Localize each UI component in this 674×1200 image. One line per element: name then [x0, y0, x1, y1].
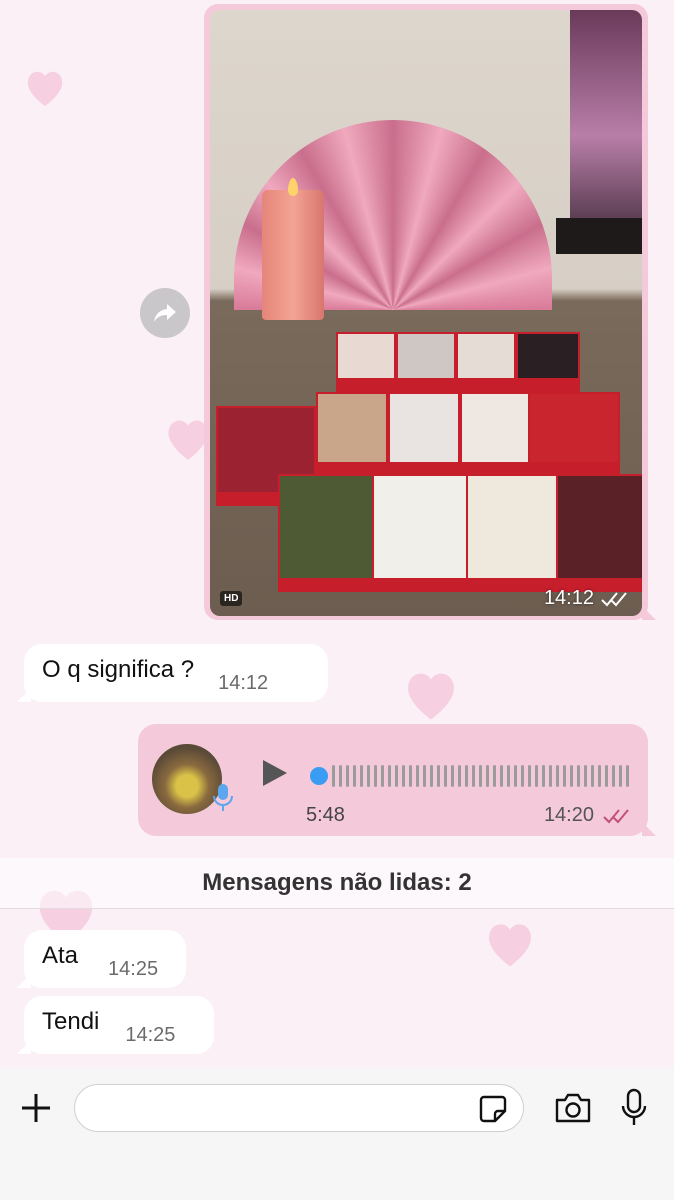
incoming-message[interactable]: Tendi 14:25: [17, 996, 214, 1054]
double-check-icon: [603, 808, 629, 823]
image-message-bubble[interactable]: HD 14:12: [204, 4, 656, 620]
plus-icon[interactable]: [18, 1090, 54, 1126]
microphone-icon: [213, 784, 233, 811]
message-text: Ata: [42, 942, 79, 969]
audio-message-bubble[interactable]: 5:48 14:20: [138, 724, 656, 836]
image-message-time: 14:12: [544, 587, 628, 610]
background-heart-icon: [400, 666, 462, 722]
hd-badge: HD: [220, 591, 243, 606]
incoming-message[interactable]: O q significa ? 14:12: [17, 644, 328, 702]
message-input[interactable]: [74, 1084, 524, 1132]
microphone-icon[interactable]: [620, 1088, 648, 1128]
tarot-cards-photo[interactable]: HD 14:12: [210, 10, 642, 616]
message-time: 14:12: [218, 672, 269, 694]
audio-message-time: 14:20: [544, 804, 630, 827]
image-timestamp: 14:12: [543, 587, 594, 609]
audio-timestamp: 14:20: [543, 804, 594, 826]
camera-icon[interactable]: [554, 1092, 592, 1124]
unread-messages-divider: Mensagens não lidas: 2: [0, 858, 674, 909]
double-check-icon: [601, 591, 627, 606]
incoming-message[interactable]: Ata 14:25: [17, 930, 186, 988]
audio-duration: 5:48: [306, 804, 345, 826]
forward-arrow-icon: [154, 304, 176, 322]
background-heart-icon: [482, 914, 538, 972]
message-text: O q significa ?: [42, 656, 195, 683]
message-composer: [0, 1068, 674, 1200]
forward-button[interactable]: [140, 288, 190, 338]
message-text: Tendi: [42, 1008, 100, 1035]
sticker-icon[interactable]: [478, 1094, 508, 1124]
play-button[interactable]: [260, 758, 288, 788]
background-heart-icon: [22, 66, 68, 108]
audio-progress-handle[interactable]: [310, 767, 328, 785]
audio-waveform-slider[interactable]: [310, 760, 629, 792]
message-time: 14:25: [125, 1024, 176, 1046]
message-time: 14:25: [108, 958, 159, 980]
